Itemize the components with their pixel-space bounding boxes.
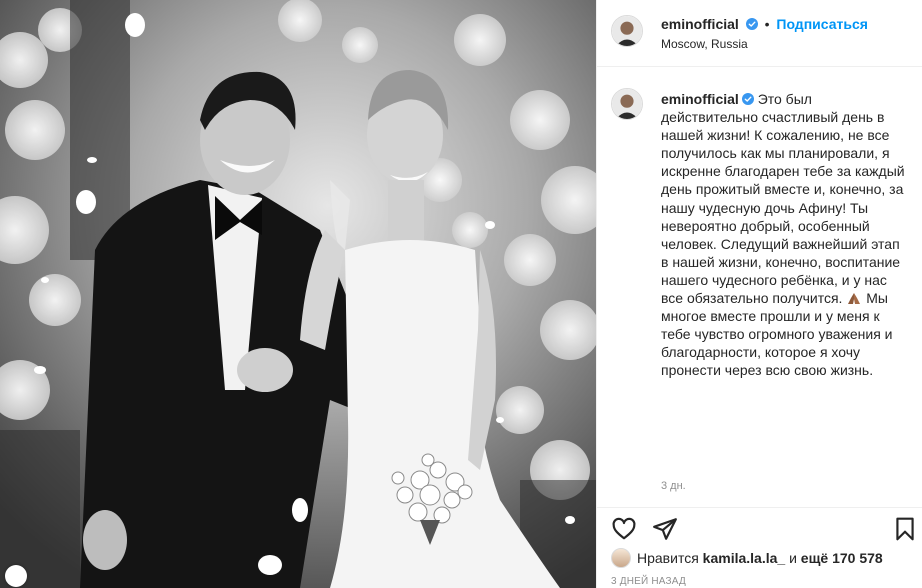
header-separator: • (764, 16, 770, 32)
paper-plane-icon (653, 518, 677, 540)
caption-avatar[interactable] (611, 88, 643, 120)
likes-count-link[interactable]: ещё 170 578 (801, 550, 883, 566)
praying-hands-emoji-icon (848, 293, 861, 305)
verified-badge-icon (741, 93, 754, 105)
bookmark-icon (896, 517, 914, 541)
caption-section: eminofficial Это был действительно счаст… (597, 67, 922, 507)
post-location[interactable]: Moscow, Russia (661, 37, 748, 51)
liker-avatar[interactable] (611, 548, 631, 568)
verified-badge-icon (745, 18, 758, 30)
likes-summary: Нравится kamila.la.la_ и ещё 170 578 (611, 548, 883, 568)
post-timestamp[interactable]: 3 ДНЕЙ НАЗАД (611, 576, 686, 587)
author-avatar[interactable] (611, 15, 643, 47)
caption-body: Это был действительно счастливый день в … (661, 91, 905, 307)
caption-text: eminofficial Это был действительно счаст… (661, 90, 909, 380)
save-button[interactable] (892, 516, 918, 542)
photo-nav-dot[interactable] (5, 565, 27, 587)
liker-username[interactable]: kamila.la.la_ (703, 550, 786, 566)
wedding-photo (0, 0, 596, 588)
post-photo[interactable] (0, 0, 596, 588)
action-bar (597, 507, 922, 547)
post-header: eminofficial • Подписаться Moscow, Russi… (597, 0, 922, 67)
likes-prefix: Нравится (637, 550, 699, 566)
caption-age: 3 дн. (661, 480, 686, 492)
follow-button[interactable]: Подписаться (776, 16, 868, 32)
author-username[interactable]: eminofficial (661, 16, 739, 32)
likes-conjunction: и (789, 550, 797, 566)
heart-icon (612, 517, 636, 540)
header-title-line: eminofficial • Подписаться (661, 16, 868, 32)
like-button[interactable] (611, 516, 637, 542)
post-side-panel: eminofficial • Подписаться Moscow, Russi… (596, 0, 922, 588)
share-button[interactable] (652, 516, 678, 542)
caption-username[interactable]: eminofficial (661, 91, 739, 107)
